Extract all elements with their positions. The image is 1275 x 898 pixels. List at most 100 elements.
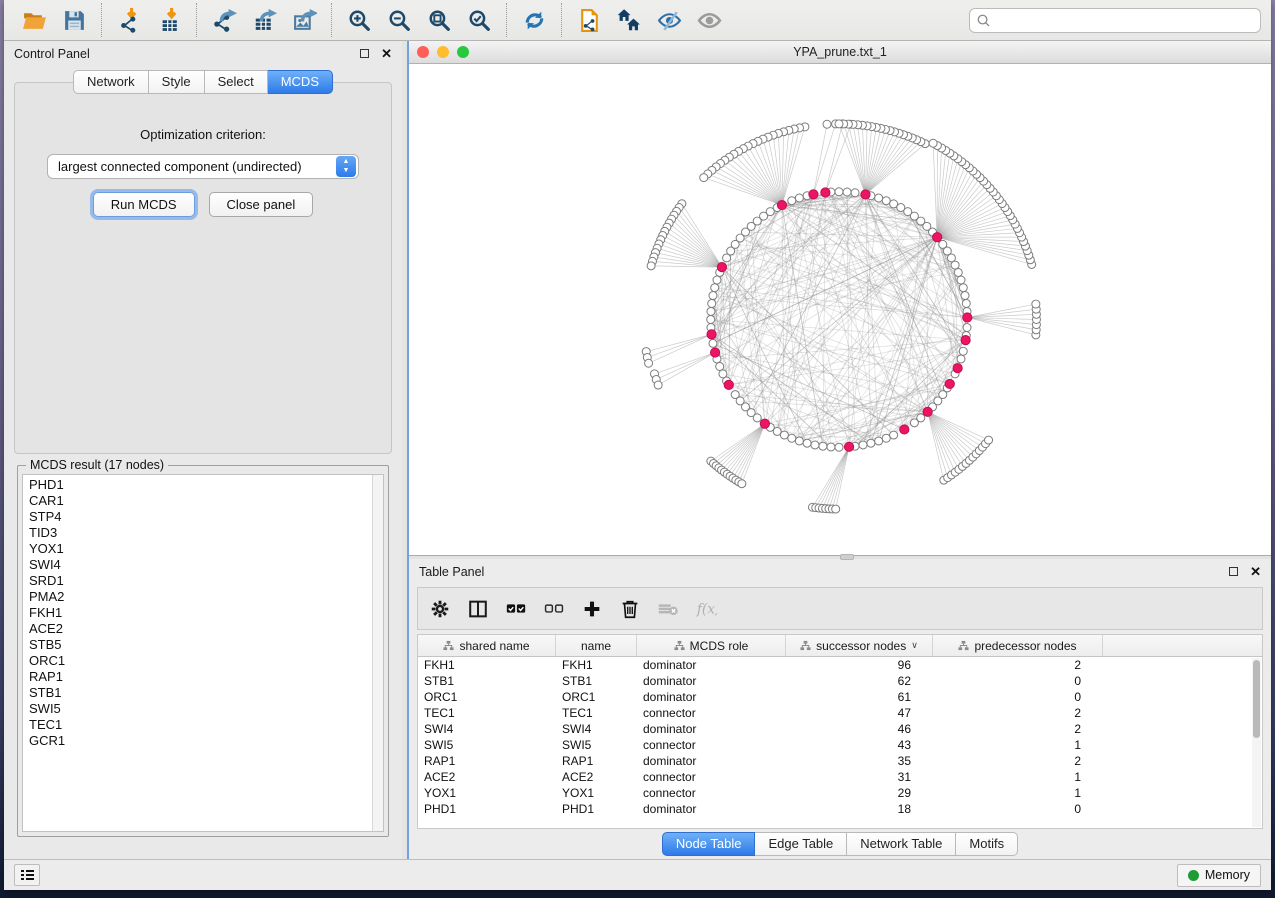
table-cell[interactable]: FKH1	[556, 658, 637, 672]
mcds-result-item[interactable]: CAR1	[29, 493, 372, 509]
zoom-out-button[interactable]	[379, 3, 419, 37]
zoom-in-button[interactable]	[339, 3, 379, 37]
table-cell[interactable]: connector	[637, 706, 786, 720]
network-canvas[interactable]	[409, 64, 1271, 555]
table-row[interactable]: RAP1RAP1dominator352	[418, 753, 1262, 769]
table-row[interactable]: TEC1TEC1connector472	[418, 705, 1262, 721]
show-all-button[interactable]	[689, 3, 729, 37]
first-neighbors-button[interactable]	[609, 3, 649, 37]
table-cell[interactable]: TEC1	[556, 706, 637, 720]
search-input[interactable]	[991, 10, 1254, 30]
mcds-result-item[interactable]: ACE2	[29, 621, 372, 637]
table-cell[interactable]: 2	[933, 658, 1103, 672]
mcds-result-item[interactable]: PHD1	[29, 477, 372, 493]
import-table-button[interactable]	[149, 3, 189, 37]
tab-edge-table[interactable]: Edge Table	[755, 832, 847, 856]
close-panel-icon[interactable]: ✕	[381, 47, 392, 60]
table-cell[interactable]: 0	[933, 674, 1103, 688]
mcds-result-item[interactable]: STB1	[29, 685, 372, 701]
save-session-button[interactable]	[54, 3, 94, 37]
mcds-result-item[interactable]: TID3	[29, 525, 372, 541]
table-cell[interactable]: FKH1	[418, 658, 556, 672]
table-cell[interactable]: YOX1	[556, 786, 637, 800]
zoom-fit-button[interactable]	[419, 3, 459, 37]
table-cell[interactable]: dominator	[637, 690, 786, 704]
criterion-select[interactable]: largest connected component (undirected)…	[47, 154, 359, 179]
table-cell[interactable]: TEC1	[418, 706, 556, 720]
column-header-name[interactable]: name	[556, 635, 637, 656]
refresh-button[interactable]	[514, 3, 554, 37]
column-header-MCDS-role[interactable]: MCDS role	[637, 635, 786, 656]
table-cell[interactable]: 2	[933, 754, 1103, 768]
table-cell[interactable]: PHD1	[556, 802, 637, 816]
column-header-shared-name[interactable]: shared name	[418, 635, 556, 656]
table-scrollbar-thumb[interactable]	[1253, 660, 1260, 738]
tab-mcds[interactable]: MCDS	[268, 70, 333, 94]
run-mcds-button[interactable]: Run MCDS	[93, 192, 195, 217]
table-cell[interactable]: ORC1	[418, 690, 556, 704]
table-row[interactable]: SWI4SWI4dominator462	[418, 721, 1262, 737]
table-cell[interactable]: connector	[637, 770, 786, 784]
table-cell[interactable]: 61	[786, 690, 933, 704]
mcds-result-item[interactable]: PMA2	[29, 589, 372, 605]
mcds-result-item[interactable]: YOX1	[29, 541, 372, 557]
table-cell[interactable]: dominator	[637, 802, 786, 816]
add-column-button[interactable]	[576, 593, 608, 625]
mcds-result-item[interactable]: STB5	[29, 637, 372, 653]
table-row[interactable]: STB1STB1dominator620	[418, 673, 1262, 689]
table-cell[interactable]: connector	[637, 738, 786, 752]
table-cell[interactable]: dominator	[637, 674, 786, 688]
table-row[interactable]: YOX1YOX1connector291	[418, 785, 1262, 801]
table-cell[interactable]: dominator	[637, 754, 786, 768]
export-image-button[interactable]	[284, 3, 324, 37]
delete-column-button[interactable]	[614, 593, 646, 625]
zoom-selected-button[interactable]	[459, 3, 499, 37]
table-cell[interactable]: 46	[786, 722, 933, 736]
table-row[interactable]: ACE2ACE2connector311	[418, 769, 1262, 785]
table-cell[interactable]: 62	[786, 674, 933, 688]
table-cell[interactable]: 2	[933, 722, 1103, 736]
table-cell[interactable]: 2	[933, 706, 1103, 720]
mcds-result-item[interactable]: TEC1	[29, 717, 372, 733]
horizontal-splitter[interactable]	[409, 556, 1271, 559]
float-panel-icon[interactable]	[360, 49, 369, 58]
table-cell[interactable]: dominator	[637, 722, 786, 736]
table-cell[interactable]: ORC1	[556, 690, 637, 704]
deselect-all-button[interactable]	[538, 593, 570, 625]
table-cell[interactable]: 29	[786, 786, 933, 800]
memory-button[interactable]: Memory	[1177, 864, 1261, 887]
search-box[interactable]	[969, 8, 1261, 33]
column-header-predecessor-nodes[interactable]: predecessor nodes	[933, 635, 1103, 656]
table-cell[interactable]: SWI5	[418, 738, 556, 752]
tab-select[interactable]: Select	[205, 70, 268, 94]
settings-button[interactable]	[424, 593, 456, 625]
hide-selected-button[interactable]	[649, 3, 689, 37]
mcds-result-item[interactable]: GCR1	[29, 733, 372, 749]
mcds-result-item[interactable]: STP4	[29, 509, 372, 525]
table-cell[interactable]: RAP1	[556, 754, 637, 768]
table-cell[interactable]: SWI5	[556, 738, 637, 752]
table-cell[interactable]: STB1	[556, 674, 637, 688]
mcds-list-scrollbar[interactable]	[372, 475, 383, 831]
mcds-result-item[interactable]: FKH1	[29, 605, 372, 621]
table-cell[interactable]: 43	[786, 738, 933, 752]
tab-motifs[interactable]: Motifs	[956, 832, 1018, 856]
close-table-panel-icon[interactable]: ✕	[1250, 565, 1261, 578]
table-row[interactable]: FKH1FKH1dominator962	[418, 657, 1262, 673]
column-layout-button[interactable]	[462, 593, 494, 625]
table-row[interactable]: ORC1ORC1dominator610	[418, 689, 1262, 705]
select-all-button[interactable]	[500, 593, 532, 625]
tab-network-table[interactable]: Network Table	[847, 832, 956, 856]
table-cell[interactable]: connector	[637, 786, 786, 800]
table-cell[interactable]: 35	[786, 754, 933, 768]
table-cell[interactable]: 96	[786, 658, 933, 672]
table-cell[interactable]: 31	[786, 770, 933, 784]
table-cell[interactable]: 1	[933, 738, 1103, 752]
task-history-button[interactable]	[14, 864, 40, 886]
table-cell[interactable]: ACE2	[418, 770, 556, 784]
table-cell[interactable]: YOX1	[418, 786, 556, 800]
open-file-button[interactable]	[14, 3, 54, 37]
tab-node-table[interactable]: Node Table	[662, 832, 756, 856]
table-cell[interactable]: 1	[933, 786, 1103, 800]
table-row[interactable]: SWI5SWI5connector431	[418, 737, 1262, 753]
